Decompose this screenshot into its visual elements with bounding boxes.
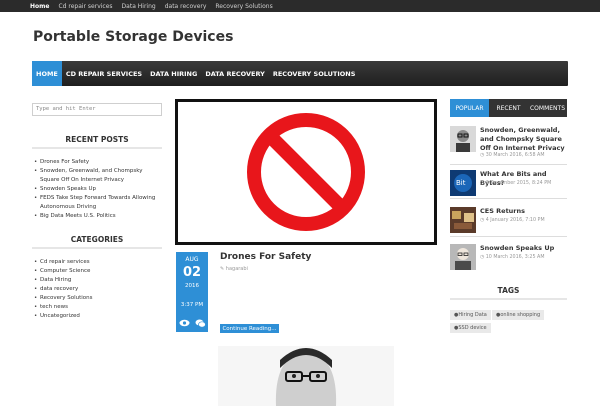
list-item[interactable]: data recovery	[34, 285, 162, 294]
popular-thumb[interactable]	[450, 126, 476, 152]
post-date-box: AUG 02 2016 3:37 PM	[176, 252, 208, 332]
popular-divider	[450, 164, 567, 165]
popular-item[interactable]: Bit What Are Bits and Bytes? ◷ 3 Decembe…	[450, 170, 570, 200]
post-author-meta: ✎ hagarabi	[220, 266, 248, 272]
post-month: AUG	[185, 256, 199, 263]
popular-divider	[450, 236, 567, 237]
popular-divider	[450, 198, 567, 199]
portrait-image	[218, 346, 394, 406]
popular-thumb[interactable]	[450, 244, 476, 270]
search-input[interactable]: Type and hit Enter	[32, 103, 162, 116]
popular-title[interactable]: CES Returns	[480, 207, 570, 216]
post-actions	[176, 319, 208, 330]
popular-date: ◷ 3 December 2015, 8:24 PM	[480, 181, 552, 186]
tag-ssd-device[interactable]: ● SSD device	[450, 323, 491, 333]
popular-title[interactable]: Snowden, Greenwald, and Chompsky Square …	[480, 126, 570, 153]
recent-posts-divider	[32, 147, 162, 149]
popular-thumb[interactable]	[450, 207, 476, 233]
tab-recent[interactable]: RECENT	[489, 99, 528, 117]
list-item[interactable]: Data Hiring	[34, 276, 162, 285]
list-item[interactable]: Snowden, Greenwald, and Chompsky Square …	[34, 167, 162, 185]
featured-image[interactable]	[175, 99, 437, 245]
no-entry-sign-icon	[247, 113, 365, 231]
post-author[interactable]: hagarabi	[226, 266, 248, 272]
nav-data-hiring[interactable]: DATA HIRING	[146, 61, 201, 86]
categories-title: CATEGORIES	[70, 235, 124, 244]
post-title[interactable]: Drones For Safety	[220, 252, 311, 262]
site-title[interactable]: Portable Storage Devices	[33, 29, 233, 45]
popular-item[interactable]: CES Returns ◷ 4 January 2016, 7:10 PM	[450, 207, 570, 237]
continue-reading-button[interactable]: Continue Reading...	[220, 324, 279, 333]
popular-thumb[interactable]: Bit	[450, 170, 476, 196]
main-nav: HOME CD REPAIR SERVICES DATA HIRING DATA…	[32, 61, 568, 86]
post-time: 3:37 PM	[180, 302, 204, 308]
list-item[interactable]: Big Data Meets U.S. Politics	[34, 212, 162, 221]
post-day: 02	[182, 265, 202, 280]
categories-list: Cd repair services Computer Science Data…	[34, 258, 162, 321]
list-item[interactable]: Snowden Speaks Up	[34, 185, 162, 194]
svg-text:Bit: Bit	[456, 179, 466, 187]
top-menu-cd-repair[interactable]: Cd repair services	[58, 3, 112, 10]
tag-online-shopping[interactable]: ● online shopping	[492, 310, 545, 320]
eye-icon[interactable]	[179, 319, 190, 330]
tags-divider	[450, 298, 567, 300]
popular-item[interactable]: Snowden, Greenwald, and Chompsky Square …	[450, 126, 570, 158]
sidebar-tabs: POPULAR RECENT COMMENTS	[450, 99, 567, 117]
top-menu-bar: Home Cd repair services Data Hiring data…	[0, 0, 600, 12]
list-item[interactable]: Recovery Solutions	[34, 294, 162, 303]
tag-hiring-data[interactable]: ● Hiring Data	[450, 310, 491, 320]
post-year: 2016	[185, 283, 199, 289]
tab-popular[interactable]: POPULAR	[450, 99, 489, 117]
recent-posts-title: RECENT POSTS	[65, 135, 129, 144]
popular-item[interactable]: Snowden Speaks Up ◷ 10 March 2016, 3:25 …	[450, 244, 570, 274]
list-item[interactable]: Computer Science	[34, 267, 162, 276]
list-item[interactable]: Cd repair services	[34, 258, 162, 267]
nav-home[interactable]: HOME	[32, 61, 62, 86]
tab-comments[interactable]: COMMENTS	[528, 99, 567, 117]
popular-title[interactable]: Snowden Speaks Up	[480, 244, 570, 253]
top-menu-data-recovery[interactable]: data recovery	[165, 3, 207, 10]
top-menu-data-hiring[interactable]: Data Hiring	[122, 3, 156, 10]
second-post-image[interactable]	[218, 346, 394, 406]
nav-cd-repair[interactable]: CD REPAIR SERVICES	[62, 61, 146, 86]
comments-icon[interactable]	[195, 319, 206, 330]
tags-title: TAGS	[497, 286, 520, 295]
list-item[interactable]: Uncategorized	[34, 312, 162, 321]
recent-posts-list: Drones For Safety Snowden, Greenwald, an…	[34, 158, 162, 221]
nav-data-recovery[interactable]: DATA RECOVERY	[201, 61, 269, 86]
popular-date: ◷ 4 January 2016, 7:10 PM	[480, 218, 545, 223]
popular-date: ◷ 30 March 2016, 6:58 AM	[480, 153, 545, 158]
nav-recovery-solutions[interactable]: RECOVERY SOLUTIONS	[269, 61, 360, 86]
popular-date: ◷ 10 March 2016, 3:25 AM	[480, 255, 545, 260]
categories-divider	[32, 247, 162, 249]
list-item[interactable]: FEDS Take Step Forward Towards Allowing …	[34, 194, 162, 212]
top-menu-home[interactable]: Home	[30, 3, 49, 10]
list-item[interactable]: tech news	[34, 303, 162, 312]
list-item[interactable]: Drones For Safety	[34, 158, 162, 167]
top-menu-recovery-solutions[interactable]: Recovery Solutions	[215, 3, 272, 10]
